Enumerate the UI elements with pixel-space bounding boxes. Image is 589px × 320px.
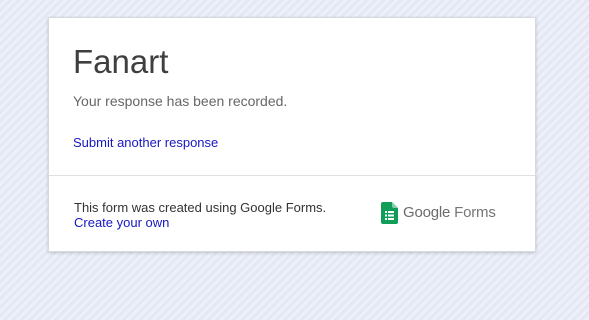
create-your-own-link[interactable]: Create your own <box>74 215 169 231</box>
brand-google-text: Google <box>403 204 451 221</box>
brand-forms-text: Forms <box>454 204 496 221</box>
form-title: Fanart <box>73 43 169 80</box>
google-forms-icon <box>381 202 398 224</box>
google-forms-wordmark: Google Forms <box>403 204 496 222</box>
confirmation-message: Your response has been recorded. <box>73 93 288 109</box>
footer-divider <box>49 175 535 176</box>
google-forms-logo[interactable]: Google Forms <box>381 202 496 224</box>
submit-another-response-link[interactable]: Submit another response <box>73 135 218 151</box>
created-with-text: This form was created using Google Forms… <box>74 200 327 215</box>
confirmation-card: Fanart Your response has been recorded. … <box>48 17 536 252</box>
